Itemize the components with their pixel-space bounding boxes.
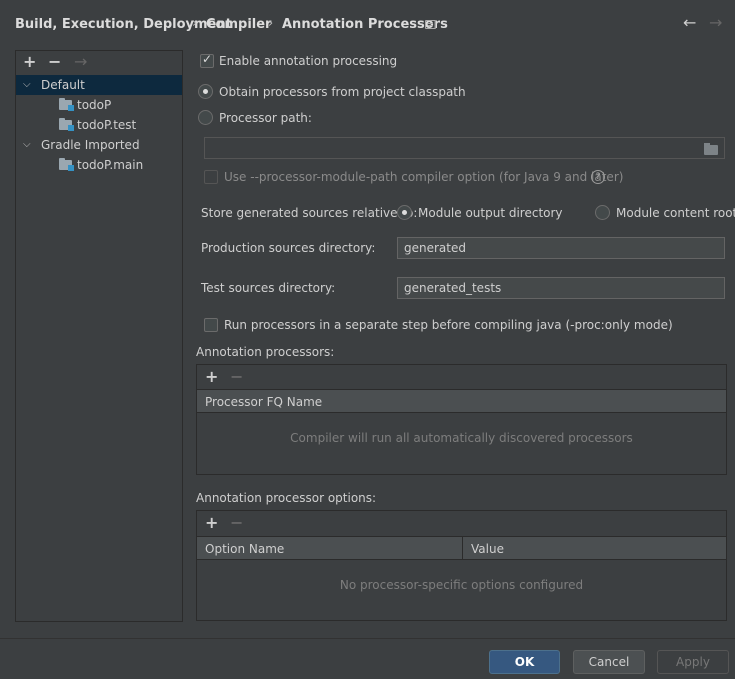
project-settings-icon [425, 20, 436, 29]
options-empty-text: No processor-specific options configured [339, 578, 584, 592]
processors-empty-text: Compiler will run all automatically disc… [290, 431, 633, 445]
module-output-radio[interactable] [397, 205, 412, 220]
tree-item-label: todoP.main [77, 158, 144, 172]
store-relative-label: Store generated sources relative to: [201, 206, 418, 220]
module-path-checkbox[interactable] [204, 170, 218, 184]
processor-path-radio[interactable] [198, 110, 213, 125]
test-dir-input[interactable]: generated_tests [397, 277, 725, 299]
production-dir-input[interactable]: generated [397, 237, 725, 259]
chevron-down-icon[interactable]: ⌵ [23, 135, 31, 155]
forward-arrow-icon[interactable]: → [709, 13, 722, 32]
separate-step-checkbox[interactable] [204, 318, 218, 332]
tree-item-todop-main[interactable]: todoP.main [16, 155, 182, 175]
breadcrumb-separator: › [192, 16, 198, 31]
annotation-processors-title: Annotation processors: [196, 345, 335, 359]
chevron-down-icon[interactable]: ⌵ [23, 75, 31, 95]
annotation-processors-table: + − Processor FQ Name Compiler will run … [196, 364, 727, 475]
module-folder-icon [59, 98, 74, 111]
tree-item-default[interactable]: ⌵ Default [16, 75, 182, 95]
obtain-classpath-radio[interactable] [198, 84, 213, 99]
help-icon[interactable]: ? [591, 170, 605, 184]
module-path-label: Use --processor-module-path compiler opt… [224, 170, 624, 184]
separate-step-label[interactable]: Run processors in a separate step before… [224, 318, 673, 332]
production-dir-label: Production sources directory: [201, 241, 376, 255]
ok-button[interactable]: OK [489, 650, 560, 674]
add-profile-icon[interactable]: + [23, 53, 36, 71]
enable-processing-checkbox[interactable] [200, 52, 214, 68]
option-name-header[interactable]: Option Name [197, 536, 463, 560]
cancel-button[interactable]: Cancel [573, 650, 645, 674]
enable-processing-label[interactable]: Enable annotation processing [219, 54, 397, 68]
add-option-icon[interactable]: + [205, 514, 218, 532]
tree-item-todop[interactable]: todoP [16, 95, 182, 115]
header: Build, Execution, Deployment › Compiler … [0, 0, 735, 46]
obtain-classpath-label[interactable]: Obtain processors from project classpath [219, 85, 466, 99]
remove-option-icon[interactable]: − [230, 514, 243, 532]
processor-path-label[interactable]: Processor path: [219, 111, 312, 125]
tree-item-label: Default [41, 78, 85, 92]
tree-item-gradle-imported[interactable]: ⌵ Gradle Imported [16, 135, 182, 155]
footer-divider [0, 638, 735, 639]
processor-path-field[interactable] [204, 137, 725, 159]
browse-folder-icon[interactable] [704, 143, 718, 155]
module-folder-icon [59, 118, 74, 131]
option-value-header[interactable]: Value [463, 536, 726, 560]
processor-options-table: + − Option Name Value No processor-speci… [196, 510, 727, 621]
move-to-profile-icon[interactable]: → [74, 53, 87, 71]
tree-item-label: todoP [77, 98, 112, 112]
apply-button[interactable]: Apply [657, 650, 729, 674]
breadcrumb-compiler[interactable]: Compiler [206, 17, 271, 32]
tree-item-todop-test[interactable]: todoP.test [16, 115, 182, 135]
module-folder-icon [59, 158, 74, 171]
back-arrow-icon[interactable]: ← [683, 13, 696, 32]
tree-item-label: Gradle Imported [41, 138, 140, 152]
add-processor-icon[interactable]: + [205, 368, 218, 386]
breadcrumb-annotation-processors: Annotation Processors [282, 17, 448, 32]
module-content-root-radio[interactable] [595, 205, 610, 220]
test-dir-label: Test sources directory: [201, 281, 336, 295]
module-output-label[interactable]: Module output directory [418, 206, 563, 220]
module-content-root-label[interactable]: Module content root [616, 206, 735, 220]
remove-profile-icon[interactable]: − [48, 53, 61, 71]
processor-options-title: Annotation processor options: [196, 491, 377, 505]
breadcrumb-separator: › [268, 16, 274, 31]
remove-processor-icon[interactable]: − [230, 368, 243, 386]
processor-fq-name-header[interactable]: Processor FQ Name [197, 389, 726, 413]
breadcrumb-build-execution[interactable]: Build, Execution, Deployment [15, 17, 232, 32]
tree-item-label: todoP.test [77, 118, 137, 132]
